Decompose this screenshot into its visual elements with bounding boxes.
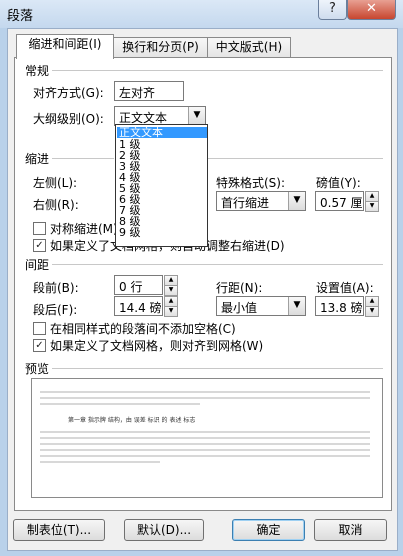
special-format-select[interactable]: 首行缩进 ▼ [216,191,306,211]
auto-adjust-indent-checkbox[interactable]: ✓ [33,239,46,252]
cancel-button[interactable]: 取消 [314,519,387,541]
mirror-indent-checkbox[interactable] [33,222,46,235]
help-button[interactable]: ? [318,0,347,20]
preview-line [40,403,200,405]
spin-down-icon[interactable]: ▼ [164,285,178,296]
tabs-button[interactable]: 制表位(T)... [13,519,105,541]
spin-down-icon[interactable]: ▼ [164,306,178,317]
outline-level-dropdown: 正文文本 1 级 2 级 3 级 4 级 5 级 6 级 7 级 8 级 9 级 [115,124,208,247]
general-section-label: 常规 [25,64,50,78]
left-indent-label: 左侧(L): [33,176,78,190]
alignment-label: 对齐方式(G): [33,86,104,100]
preview-line [40,443,370,445]
default-button[interactable]: 默认(D)... [124,519,204,541]
tab-line-page-breaks[interactable]: 换行和分页(P) [113,37,208,58]
amount-label: 磅值(Y): [316,176,361,190]
indent-divider-right [207,158,383,159]
no-space-same-style-label: 在相同样式的段落间不添加空格(C) [50,322,236,336]
spin-down-icon[interactable]: ▼ [365,306,379,317]
set-value-spinner[interactable]: 13.8 磅 ▲ ▼ [315,296,379,317]
chevron-down-icon[interactable]: ▼ [288,297,305,315]
ok-button[interactable]: 确定 [232,519,305,541]
snap-to-grid-label: 如果定义了文档网格，则对齐到网格(W) [50,339,264,353]
indent-divider [52,158,114,159]
tab-indent-spacing[interactable]: 缩进和间距(I) [16,34,114,59]
preview-line [40,455,370,457]
preview-box: 第一章 指示牌 结构，由 误差 标识 的 表述 标志 [31,378,383,498]
indent-section-label: 缩进 [25,152,50,166]
tab-asian-typography[interactable]: 中文版式(H) [207,37,291,58]
space-after-value: 14.4 磅 [119,301,162,315]
preview-line [40,437,370,439]
line-spacing-select[interactable]: 最小值 ▼ [216,296,306,316]
spacing-divider [52,264,383,265]
space-before-spinner[interactable]: 0 行 ▲ ▼ [114,275,178,296]
special-format-value: 首行缩进 [221,196,270,210]
preview-line [40,431,370,433]
general-divider [52,70,383,71]
outline-option-9[interactable]: 9 级 [117,227,207,238]
no-space-same-style-checkbox[interactable] [33,322,46,335]
right-indent-label: 右侧(R): [33,198,79,212]
amount-spinner[interactable]: 0.57 厘米 ▲▼ [315,191,379,212]
preview-section-label: 预览 [25,362,50,376]
chevron-down-icon[interactable]: ▼ [188,107,205,125]
close-button[interactable]: ✕ [347,0,396,20]
outline-level-select[interactable]: 正文文本 ▼ [114,106,206,126]
line-spacing-value: 最小值 [221,301,258,315]
space-after-label: 段后(F): [33,303,78,317]
preview-line [40,397,370,399]
preview-line [40,391,370,393]
set-value-label: 设置值(A): [316,281,374,295]
window-title: 段落 [7,9,34,24]
preview-divider [52,368,383,369]
snap-to-grid-checkbox[interactable]: ✓ [33,339,46,352]
spin-down-icon[interactable]: ▼ [365,201,379,212]
special-format-label: 特殊格式(S): [216,176,286,190]
space-before-value: 0 行 [119,280,143,294]
preview-line [40,449,370,451]
chevron-down-icon[interactable]: ▼ [288,192,305,210]
preview-sample-text: 第一章 指示牌 结构，由 误差 标识 的 表述 标志 [68,417,196,424]
outline-level-label: 大纲级别(O): [33,112,104,126]
spacing-section-label: 间距 [25,258,50,272]
amount-value: 0.57 厘米 [320,196,363,210]
space-before-label: 段前(B): [33,281,79,295]
alignment-value: 左对齐 [119,86,156,100]
set-value-value: 13.8 磅 [320,301,363,315]
alignment-select[interactable]: 左对齐 [114,81,184,101]
outline-option-body[interactable]: 正文文本 [117,127,207,138]
preview-line [40,461,160,463]
space-after-spinner[interactable]: 14.4 磅 ▲ ▼ [114,296,178,317]
mirror-indent-label: 对称缩进(M) [50,222,118,236]
line-spacing-label: 行距(N): [216,281,263,295]
